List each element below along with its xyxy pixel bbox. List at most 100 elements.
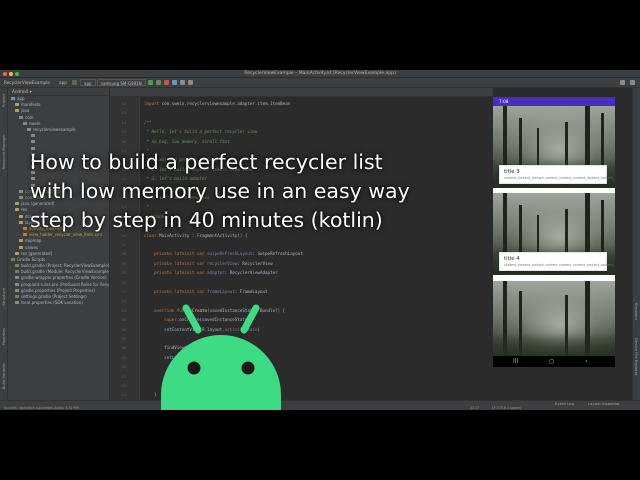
line-number: 16	[121, 138, 126, 144]
tree-item-label: gradle-wrapper.properties (Gradle Versio…	[21, 275, 107, 281]
tree-item[interactable]: local.properties (SDK Location)	[8, 300, 109, 306]
sync-icon[interactable]	[172, 80, 177, 85]
emulator-screen[interactable]: 7:08 title 3 content_content_content_con…	[493, 97, 615, 367]
code-line: /**	[144, 120, 152, 125]
tree-item-label: mipmap	[25, 238, 42, 244]
ide-window: RecyclerViewExample – MainActivity.kt [R…	[0, 70, 640, 410]
tree-item-label: values	[25, 244, 39, 250]
debug-icon[interactable]	[156, 80, 161, 85]
code-line: private lateinit var adapter: RecyclerVi…	[144, 270, 278, 275]
tree-item-label: local.properties (SDK Location)	[21, 300, 83, 306]
line-number: 38	[121, 345, 126, 351]
folder-icon	[15, 202, 19, 206]
build-variants-tool-tab[interactable]: Build Variants	[1, 363, 6, 389]
code-line: private lateinit var frameLayout: FrameL…	[144, 289, 268, 294]
device-select[interactable]: samsung SM-G991N	[97, 79, 146, 86]
folder-icon	[19, 189, 23, 193]
back-button[interactable]: ‹	[585, 358, 587, 365]
tree-item-label: Gradle Scripts	[17, 256, 46, 262]
code-token: com.swein.recyclerviewexample.adapter.it…	[161, 101, 291, 106]
line-number: 39	[121, 354, 126, 360]
structure-tool-tab[interactable]: Structure	[1, 288, 6, 306]
sdk-manager-icon[interactable]	[188, 80, 193, 85]
emulator-tool-tab[interactable]: Emulator	[634, 303, 639, 320]
tree-item-label: java	[21, 108, 30, 114]
device-file-explorer-tool-tab[interactable]: Device File Explorer	[634, 338, 639, 376]
folder-icon	[23, 233, 27, 237]
home-button[interactable]: ○	[549, 358, 554, 365]
folder-icon	[11, 97, 15, 100]
folder-icon	[19, 239, 23, 243]
status-bar: Success: Operation succeeded (today 5:31…	[0, 406, 640, 410]
code-token: private lateinit var	[144, 251, 208, 257]
code-line: private lateinit var swipeRefreshLayout:…	[144, 251, 303, 256]
window-title: RecyclerViewExample – MainActivity.kt [R…	[244, 71, 396, 76]
code-token: import	[144, 101, 162, 106]
code-line: private lateinit var recyclerView: Recyc…	[144, 261, 273, 266]
tree-item-label: proguard-rules.pro (ProGuard Rules for R…	[21, 281, 110, 287]
list-item[interactable]: title 4 content_content_content_content_…	[499, 252, 615, 271]
title-bar: RecyclerViewExample – MainActivity.kt [R…	[0, 70, 640, 78]
hammer-icon[interactable]	[72, 80, 77, 85]
search-icon[interactable]	[620, 80, 625, 85]
breadcrumb-module[interactable]: app	[59, 78, 67, 88]
folder-icon	[15, 276, 19, 280]
code-token: * Hello, let's build a perfect recycler …	[144, 129, 258, 135]
run-icon[interactable]	[148, 80, 153, 85]
folder-icon	[15, 208, 19, 212]
emulator-nav-bar: ||| ○ ‹	[493, 356, 615, 367]
file-encoding[interactable]: LF UTF-8 4 spaces	[492, 406, 521, 410]
folder-icon	[31, 134, 35, 138]
list-item[interactable]: title 3 content_content_content_content_…	[499, 165, 615, 184]
line-number: 29	[121, 260, 126, 266]
card-content: content_content_content_content_content_…	[504, 176, 615, 180]
folder-icon	[27, 127, 31, 131]
emulator-status-bar: 7:08	[493, 97, 615, 106]
project-tool-tab[interactable]: Project	[1, 94, 6, 107]
tree-item-label: recyclerviewexample	[33, 126, 76, 132]
project-view-selector[interactable]: Android ▾	[8, 88, 109, 96]
tree-item-label: res	[21, 207, 28, 213]
resource-manager-tool-tab[interactable]: Resource Manager	[1, 134, 6, 169]
code-token: * no bug, low memory, scroll fast	[144, 138, 230, 144]
code-token: adapter	[207, 270, 225, 276]
line-number: 30	[121, 270, 126, 276]
code-token: : FrameLayout	[234, 289, 268, 294]
stop-icon[interactable]	[164, 80, 169, 85]
tree-item-label: build.gradle (Project: RecyclerViewExamp…	[21, 263, 110, 269]
line-number: 43	[121, 392, 126, 398]
folder-icon	[15, 251, 19, 255]
folder-icon	[23, 121, 27, 125]
line-number: 33	[121, 298, 126, 304]
folder-icon	[15, 301, 19, 305]
tree-item-label: swein	[29, 120, 41, 126]
line-number: 31	[121, 279, 126, 285]
breadcrumb-project[interactable]: RecyclerViewExample	[4, 78, 50, 88]
cursor-position[interactable]: 41:17	[470, 406, 479, 410]
code-token: frameLayout	[207, 289, 235, 294]
line-number: 12	[121, 101, 126, 106]
settings-icon[interactable]	[630, 80, 635, 85]
line-number: 42	[121, 383, 126, 388]
card-title: title 3	[504, 169, 520, 175]
android-logo	[161, 304, 281, 410]
line-number: 35	[121, 317, 126, 323]
line-number: 40	[121, 364, 126, 370]
folder-icon	[23, 226, 27, 230]
code-token: private lateinit var	[144, 289, 208, 294]
code-token: : RecyclerView	[237, 260, 273, 266]
tree-item-label: com	[25, 114, 34, 120]
code-token: private lateinit var	[144, 270, 208, 276]
favorites-tool-tab[interactable]: Favorites	[1, 328, 6, 345]
headline-line: with low memory use in an easy way	[30, 179, 410, 203]
headline-line: How to build a perfect recycler list	[30, 150, 383, 174]
recents-button[interactable]: |||	[513, 358, 518, 365]
folder-icon	[19, 196, 23, 199]
line-number: 28	[121, 251, 126, 257]
video-headline: How to build a perfect recycler list wit…	[30, 148, 500, 235]
left-tool-strip: Project Resource Manager Structure Favor…	[0, 88, 8, 400]
device-manager-icon[interactable]	[180, 80, 185, 85]
code-token: : RecyclerViewAdapter	[224, 270, 278, 276]
run-config-select[interactable]: app	[80, 79, 96, 86]
code-line: * no bug, low memory, scroll fast	[144, 139, 230, 144]
